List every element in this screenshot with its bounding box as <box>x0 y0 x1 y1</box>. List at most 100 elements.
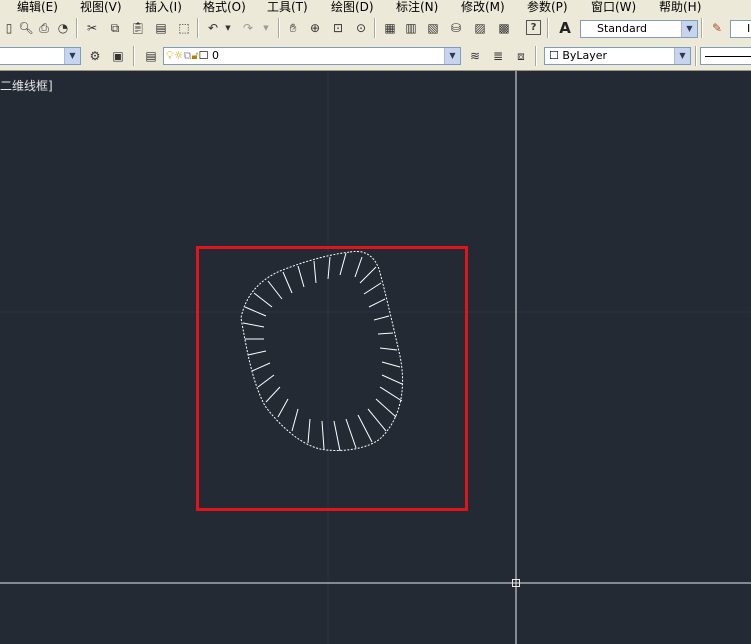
hatch-tick <box>379 386 403 402</box>
cut-icon[interactable]: ✂ <box>84 20 100 36</box>
hatch-tick <box>333 420 341 452</box>
make-current-icon[interactable]: ≋ <box>467 48 483 64</box>
toolbar-separator <box>197 18 199 38</box>
chevron-down-icon[interactable]: ▼ <box>64 48 80 64</box>
model-space[interactable] <box>0 71 751 644</box>
publish-icon[interactable]: ◔ <box>55 20 71 36</box>
dim-style-icon[interactable]: ✎ <box>709 20 725 36</box>
zoom-window-icon[interactable]: ⊡ <box>330 20 346 36</box>
hatch-tick <box>282 271 293 294</box>
hatch-tick <box>359 266 377 284</box>
toolbar-separator <box>278 18 280 38</box>
layer-freeze-icon: ☼ <box>173 49 184 62</box>
hatch-tick <box>357 414 373 443</box>
hatch-tick <box>297 265 305 288</box>
hatch-tick <box>251 362 271 372</box>
dim-style-value: I <box>747 22 751 35</box>
menu-dimension[interactable]: 标注(N) <box>396 0 438 14</box>
menu-edit[interactable]: 编辑(E) <box>17 0 58 14</box>
hatch-tick <box>253 292 273 308</box>
toolbar-separator <box>695 46 697 66</box>
hatch-tick <box>291 408 299 432</box>
dim-style-select[interactable]: I <box>730 20 751 38</box>
sheet-set-icon[interactable]: ⛁ <box>448 20 464 36</box>
drawing-canvas[interactable]: 二维线框] <box>0 71 751 644</box>
hatch-tick <box>381 361 401 368</box>
hatch-tick <box>381 374 403 385</box>
plot-preview-icon[interactable]: 🔍︎ <box>18 20 34 36</box>
hatch-tick <box>313 260 317 284</box>
menu-parameters[interactable]: 参数(P) <box>527 0 568 14</box>
text-style-value: Standard <box>597 22 648 35</box>
layer-states-icon[interactable]: ⧈ <box>513 48 529 64</box>
hatch-tick <box>345 418 357 449</box>
tool-palettes-icon[interactable]: ▧ <box>425 20 441 36</box>
menu-insert[interactable]: 插入(I) <box>145 0 182 14</box>
hatch-tick <box>267 280 283 300</box>
menu-help[interactable]: 帮助(H) <box>659 0 701 14</box>
hatch-tick <box>377 332 394 335</box>
workspace-select[interactable]: ▼ <box>0 47 81 65</box>
layer-lock-icon: 🔓︎ <box>191 49 199 62</box>
open-icon[interactable]: ▯ <box>1 20 17 36</box>
layer-select[interactable]: 💡︎☼⧉🔓︎☐ 0 ▼ <box>163 47 461 65</box>
color-value: ByLayer <box>562 49 608 62</box>
markup-icon[interactable]: ▨ <box>472 20 488 36</box>
workspace-settings-icon[interactable]: ⚙ <box>87 48 103 64</box>
text-style-icon[interactable]: A <box>557 20 573 36</box>
hatch-ticks <box>242 252 403 452</box>
hatch-tick <box>257 374 275 388</box>
linetype-select[interactable] <box>700 47 751 65</box>
chevron-down-icon[interactable]: ▼ <box>674 48 690 64</box>
hatch-tick <box>277 398 289 418</box>
hatch-tick <box>375 398 397 418</box>
help-icon[interactable]: ? <box>526 20 541 35</box>
undo-icon[interactable]: ↶ <box>205 20 221 36</box>
design-center-icon[interactable]: ▥ <box>403 20 419 36</box>
undo-dropdown-icon[interactable]: ▼ <box>220 20 236 36</box>
hatch-tick <box>379 347 398 351</box>
properties-icon[interactable]: ▦ <box>382 20 398 36</box>
color-swatch-icon: ☐ <box>549 49 563 62</box>
chevron-down-icon[interactable]: ▼ <box>444 48 460 64</box>
paste-icon[interactable]: 📋︎ <box>130 20 146 36</box>
menu-draw[interactable]: 绘图(D) <box>331 0 374 14</box>
hatch-tick <box>373 315 390 321</box>
layer-on-icon: 💡︎ <box>166 49 174 62</box>
color-select[interactable]: ☐ ByLayer ▼ <box>544 47 691 65</box>
standard-toolbar: ▯ 🔍︎ ⎙ ◔ ✂ ⧉ 📋︎ ▤ ⬚ ↶ ▼ ↷ ▼ ✋︎ ⊕ ⊡ ⊙ ▦ ▥… <box>0 14 751 44</box>
text-style-select[interactable]: Standard ▼ <box>580 20 698 38</box>
menu-format[interactable]: 格式(O) <box>203 0 246 14</box>
highlight-box <box>196 246 468 511</box>
hatch-tick <box>339 252 347 276</box>
menu-tools[interactable]: 工具(T) <box>267 0 308 14</box>
hatch-tick <box>321 420 325 450</box>
layer-value: 0 <box>211 49 219 62</box>
linetype-sample <box>705 55 751 57</box>
hatch-tick <box>368 298 386 308</box>
zoom-realtime-icon[interactable]: ⊕ <box>307 20 323 36</box>
copy-icon[interactable]: ⧉ <box>107 20 123 36</box>
hatch-tick <box>363 282 382 295</box>
pan-icon[interactable]: ✋︎ <box>285 20 301 36</box>
hatch-tick <box>354 256 363 278</box>
match-properties-icon[interactable]: ▤ <box>153 20 169 36</box>
lock-ui-icon[interactable]: ▣ <box>110 48 126 64</box>
menu-modify[interactable]: 修改(M) <box>461 0 505 14</box>
hatch-tick <box>247 350 267 356</box>
hatch-tick <box>307 418 311 444</box>
toolbar-separator <box>535 46 537 66</box>
menu-bar: 编辑(E) 视图(V) 插入(I) 格式(O) 工具(T) 绘图(D) 标注(N… <box>0 0 751 14</box>
redo-icon[interactable]: ↷ <box>240 20 256 36</box>
chevron-down-icon[interactable]: ▼ <box>681 21 697 37</box>
layer-previous-icon[interactable]: ≣ <box>490 48 506 64</box>
redo-dropdown-icon[interactable]: ▼ <box>258 20 274 36</box>
menu-view[interactable]: 视图(V) <box>80 0 122 14</box>
zoom-previous-icon[interactable]: ⊙ <box>353 20 369 36</box>
calculator-icon[interactable]: ▩ <box>496 20 512 36</box>
toolbar-separator <box>701 18 703 38</box>
layer-properties-icon[interactable]: ▤ <box>143 48 159 64</box>
menu-window[interactable]: 窗口(W) <box>591 0 636 14</box>
block-editor-icon[interactable]: ⬚ <box>176 20 192 36</box>
plot-icon[interactable]: ⎙ <box>36 20 52 36</box>
